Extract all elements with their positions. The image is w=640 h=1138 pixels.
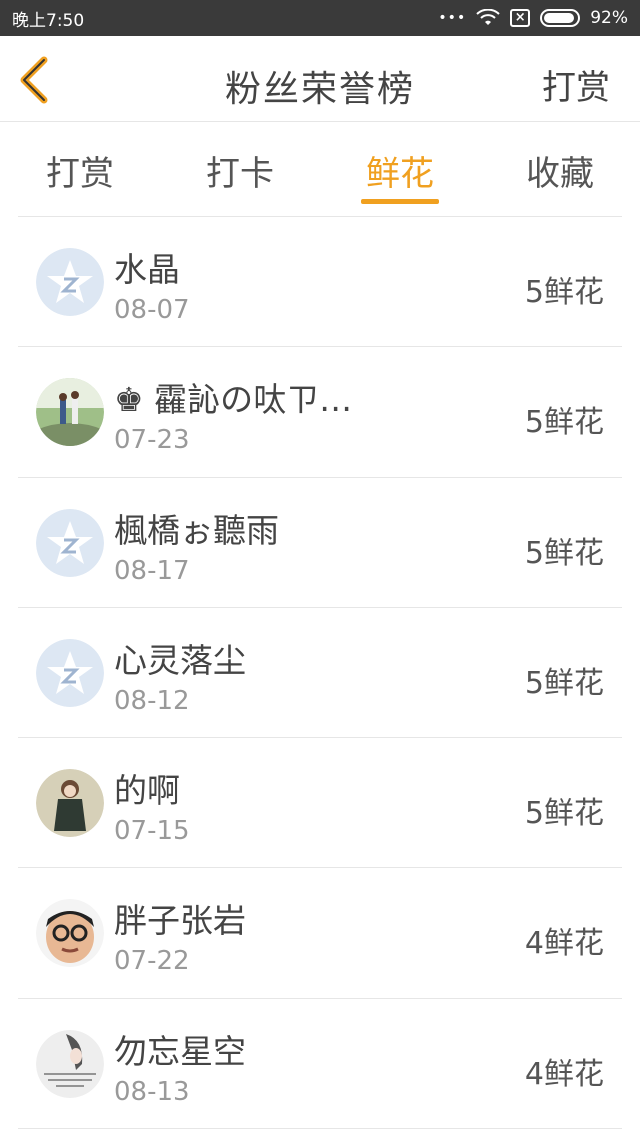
list-item[interactable]: 心灵落尘 08-12 5鲜花 bbox=[18, 608, 622, 739]
fan-name: 勿忘星空 bbox=[114, 1031, 246, 1071]
list-item[interactable]: 水晶 08-07 5鲜花 bbox=[18, 217, 622, 348]
girl-text-avatar bbox=[36, 1029, 104, 1098]
list-item[interactable]: 楓橋ぉ聽雨 08-17 5鲜花 bbox=[18, 478, 622, 608]
fan-name: 心灵落尘 bbox=[114, 640, 246, 680]
fan-list: 水晶 08-07 5鲜花 ♚ 靃訫の呔ㄗ… 07-23 5鲜花 楓橋ぉ聽雨 08… bbox=[18, 216, 622, 1130]
fan-name: ♚ 靃訫の呔ㄗ… bbox=[114, 380, 353, 420]
list-item[interactable]: 胖子张岩 07-22 4鲜花 bbox=[18, 868, 622, 999]
flower-count: 5鲜花 bbox=[524, 275, 604, 310]
flower-count: 5鲜花 bbox=[524, 665, 604, 701]
tab-label: 鲜花 bbox=[366, 154, 434, 194]
fan-date: 08-17 bbox=[114, 555, 190, 586]
fan-date: 08-13 bbox=[114, 1076, 190, 1107]
battery-percent: 92% bbox=[590, 8, 628, 28]
active-tab-indicator bbox=[361, 199, 439, 204]
tab-favorites[interactable]: 收藏 bbox=[480, 122, 640, 210]
tab-label: 打赏 bbox=[46, 154, 114, 194]
fan-name: 的啊 bbox=[114, 771, 180, 811]
flower-count: 4鲜花 bbox=[524, 1056, 604, 1092]
status-bar: 晚上7:50 ••• × 92% bbox=[0, 0, 640, 36]
wifi-icon bbox=[476, 9, 500, 25]
more-dots-icon: ••• bbox=[438, 10, 467, 26]
tab-label: 收藏 bbox=[526, 154, 594, 194]
status-time: 晚上7:50 bbox=[12, 10, 85, 31]
fan-date: 07-22 bbox=[114, 946, 190, 977]
tab-flowers[interactable]: 鲜花 bbox=[320, 122, 480, 210]
fan-name: 胖子张岩 bbox=[114, 901, 246, 941]
flower-count: 5鲜花 bbox=[524, 535, 604, 571]
flower-count: 4鲜花 bbox=[524, 926, 604, 962]
tab-label: 打卡 bbox=[206, 154, 274, 194]
tab-reward[interactable]: 打赏 bbox=[0, 122, 160, 210]
list-item[interactable]: 的啊 07-15 5鲜花 bbox=[18, 738, 622, 869]
fan-name: 水晶 bbox=[114, 250, 180, 289]
fan-date: 08-07 bbox=[114, 295, 190, 325]
fan-date: 07-23 bbox=[114, 425, 190, 456]
girl-dress-avatar bbox=[36, 769, 104, 838]
flower-count: 5鲜花 bbox=[524, 796, 604, 832]
couple-photo-avatar bbox=[36, 378, 104, 447]
battery-fill bbox=[544, 13, 574, 23]
sim-x-icon: × bbox=[510, 9, 531, 27]
tab-bar: 打赏 打卡 鲜花 收藏 bbox=[0, 122, 640, 210]
fan-date: 08-12 bbox=[114, 685, 190, 716]
list-item[interactable]: ♚ 靃訫の呔ㄗ… 07-23 5鲜花 bbox=[18, 347, 622, 478]
cartoon-man-avatar bbox=[36, 899, 104, 968]
list-item[interactable]: 勿忘星空 08-13 4鲜花 bbox=[18, 999, 622, 1130]
default-qq-avatar bbox=[36, 248, 104, 316]
flower-count: 5鲜花 bbox=[524, 405, 604, 441]
battery-icon bbox=[540, 9, 581, 27]
status-icons: ••• × 92% bbox=[438, 8, 628, 28]
default-qq-avatar bbox=[36, 508, 104, 577]
reward-button[interactable]: 打赏 bbox=[542, 60, 610, 109]
tab-checkin[interactable]: 打卡 bbox=[160, 122, 320, 210]
fan-name: 楓橋ぉ聽雨 bbox=[114, 510, 279, 550]
default-qq-avatar bbox=[36, 638, 104, 707]
nav-bar: 粉丝荣誉榜 打赏 bbox=[0, 36, 640, 122]
fan-date: 07-15 bbox=[114, 816, 190, 847]
